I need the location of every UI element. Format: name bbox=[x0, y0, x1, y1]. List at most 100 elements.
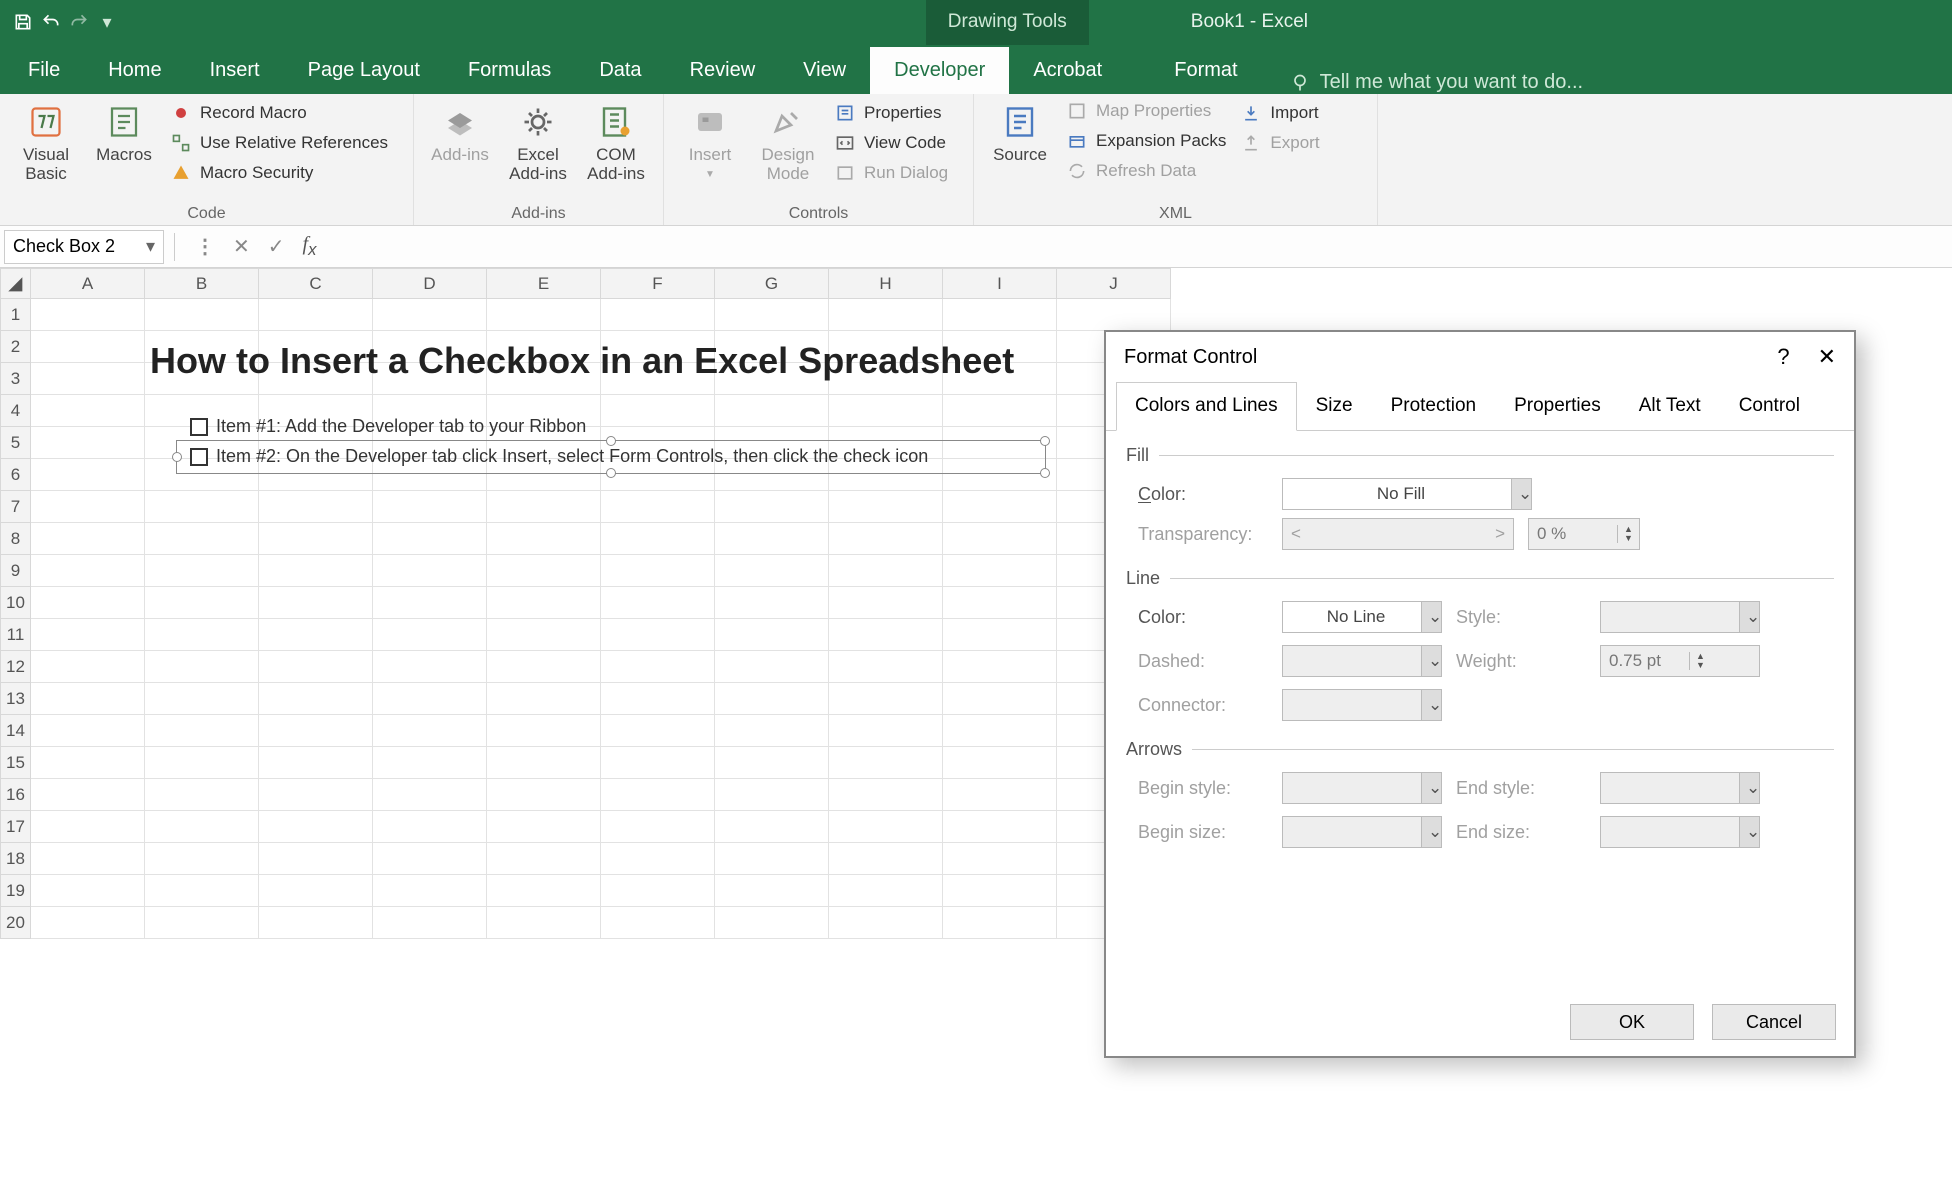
cell[interactable] bbox=[373, 651, 487, 683]
cell[interactable] bbox=[943, 683, 1057, 715]
cell[interactable] bbox=[487, 875, 601, 907]
cell[interactable] bbox=[601, 875, 715, 907]
refresh-data-button[interactable]: Refresh Data bbox=[1062, 158, 1230, 184]
dlg-tab-alt-text[interactable]: Alt Text bbox=[1620, 382, 1720, 430]
cell[interactable] bbox=[31, 331, 145, 363]
cell[interactable] bbox=[259, 875, 373, 907]
cell[interactable] bbox=[829, 715, 943, 747]
cell[interactable] bbox=[829, 299, 943, 331]
cell[interactable] bbox=[715, 875, 829, 907]
cell[interactable] bbox=[829, 747, 943, 779]
cell[interactable] bbox=[943, 651, 1057, 683]
cell[interactable] bbox=[829, 811, 943, 843]
cell[interactable] bbox=[487, 587, 601, 619]
cell[interactable] bbox=[487, 843, 601, 875]
cell[interactable] bbox=[145, 747, 259, 779]
cell[interactable] bbox=[373, 747, 487, 779]
name-box[interactable]: Check Box 2 ▾ bbox=[4, 230, 164, 264]
row-header[interactable]: 2 bbox=[1, 331, 31, 363]
row-header[interactable]: 8 bbox=[1, 523, 31, 555]
cell[interactable] bbox=[259, 907, 373, 939]
row-header[interactable]: 15 bbox=[1, 747, 31, 779]
cell[interactable] bbox=[31, 395, 145, 427]
cell[interactable] bbox=[31, 555, 145, 587]
cell[interactable] bbox=[715, 779, 829, 811]
tab-formulas[interactable]: Formulas bbox=[444, 47, 575, 94]
cell[interactable] bbox=[373, 715, 487, 747]
cell[interactable] bbox=[373, 299, 487, 331]
cell[interactable] bbox=[715, 395, 829, 427]
cell[interactable] bbox=[487, 555, 601, 587]
cell[interactable] bbox=[373, 907, 487, 939]
cell[interactable] bbox=[715, 843, 829, 875]
com-addins-button[interactable]: COM Add-ins bbox=[580, 98, 652, 187]
cell[interactable] bbox=[715, 299, 829, 331]
cell[interactable] bbox=[31, 363, 145, 395]
column-header[interactable]: B bbox=[145, 269, 259, 299]
cell[interactable] bbox=[943, 715, 1057, 747]
cell[interactable] bbox=[373, 523, 487, 555]
context-tab-drawing-tools[interactable]: Drawing Tools bbox=[926, 0, 1089, 45]
cell[interactable] bbox=[145, 811, 259, 843]
cell[interactable] bbox=[31, 683, 145, 715]
cell[interactable] bbox=[487, 651, 601, 683]
column-header[interactable]: A bbox=[31, 269, 145, 299]
row-header[interactable]: 18 bbox=[1, 843, 31, 875]
cell[interactable] bbox=[601, 395, 715, 427]
row-header[interactable]: 11 bbox=[1, 619, 31, 651]
expansion-packs-button[interactable]: Expansion Packs bbox=[1062, 128, 1230, 154]
column-header[interactable]: G bbox=[715, 269, 829, 299]
cell[interactable] bbox=[601, 555, 715, 587]
cell[interactable] bbox=[259, 523, 373, 555]
line-color-dropdown[interactable]: No Line⌄ bbox=[1282, 601, 1442, 633]
cell[interactable] bbox=[31, 907, 145, 939]
cell[interactable] bbox=[259, 299, 373, 331]
source-button[interactable]: Source bbox=[984, 98, 1056, 184]
map-properties-button[interactable]: Map Properties bbox=[1062, 98, 1230, 124]
cell[interactable] bbox=[829, 779, 943, 811]
cell[interactable] bbox=[487, 779, 601, 811]
tab-insert[interactable]: Insert bbox=[186, 47, 284, 94]
cell[interactable] bbox=[829, 491, 943, 523]
cell[interactable] bbox=[829, 619, 943, 651]
ok-button[interactable]: OK bbox=[1570, 1004, 1694, 1040]
cell[interactable] bbox=[943, 587, 1057, 619]
cell[interactable] bbox=[601, 587, 715, 619]
cell[interactable] bbox=[373, 779, 487, 811]
column-header[interactable]: H bbox=[829, 269, 943, 299]
tab-format[interactable]: Format bbox=[1150, 47, 1261, 94]
chevron-down-icon[interactable]: ▾ bbox=[146, 236, 155, 257]
use-relative-ref-button[interactable]: Use Relative References bbox=[166, 130, 392, 156]
cell[interactable] bbox=[259, 715, 373, 747]
cell[interactable] bbox=[145, 715, 259, 747]
cell[interactable] bbox=[373, 811, 487, 843]
cell[interactable] bbox=[487, 715, 601, 747]
cell[interactable] bbox=[259, 491, 373, 523]
row-header[interactable]: 20 bbox=[1, 907, 31, 939]
cell[interactable] bbox=[31, 299, 145, 331]
cell[interactable] bbox=[943, 907, 1057, 939]
cell[interactable] bbox=[829, 587, 943, 619]
tab-developer[interactable]: Developer bbox=[870, 47, 1009, 94]
cell[interactable] bbox=[829, 875, 943, 907]
cell[interactable] bbox=[487, 811, 601, 843]
accept-formula-icon[interactable]: ✓ bbox=[268, 234, 285, 259]
cell[interactable] bbox=[259, 587, 373, 619]
cell[interactable] bbox=[829, 843, 943, 875]
help-icon[interactable]: ? bbox=[1777, 344, 1789, 370]
checkbox-item-2[interactable]: Item #2: On the Developer tab click Inse… bbox=[190, 446, 928, 467]
cell[interactable] bbox=[145, 907, 259, 939]
cell[interactable] bbox=[145, 619, 259, 651]
cell[interactable] bbox=[943, 843, 1057, 875]
cell[interactable] bbox=[145, 843, 259, 875]
column-header[interactable]: F bbox=[601, 269, 715, 299]
cell[interactable] bbox=[601, 779, 715, 811]
dlg-tab-size[interactable]: Size bbox=[1297, 382, 1372, 430]
redo-icon[interactable] bbox=[68, 11, 90, 33]
macro-security-button[interactable]: Macro Security bbox=[166, 160, 392, 186]
column-header[interactable]: I bbox=[943, 269, 1057, 299]
cell[interactable] bbox=[31, 651, 145, 683]
row-header[interactable]: 9 bbox=[1, 555, 31, 587]
dlg-tab-protection[interactable]: Protection bbox=[1372, 382, 1496, 430]
cell[interactable] bbox=[373, 555, 487, 587]
